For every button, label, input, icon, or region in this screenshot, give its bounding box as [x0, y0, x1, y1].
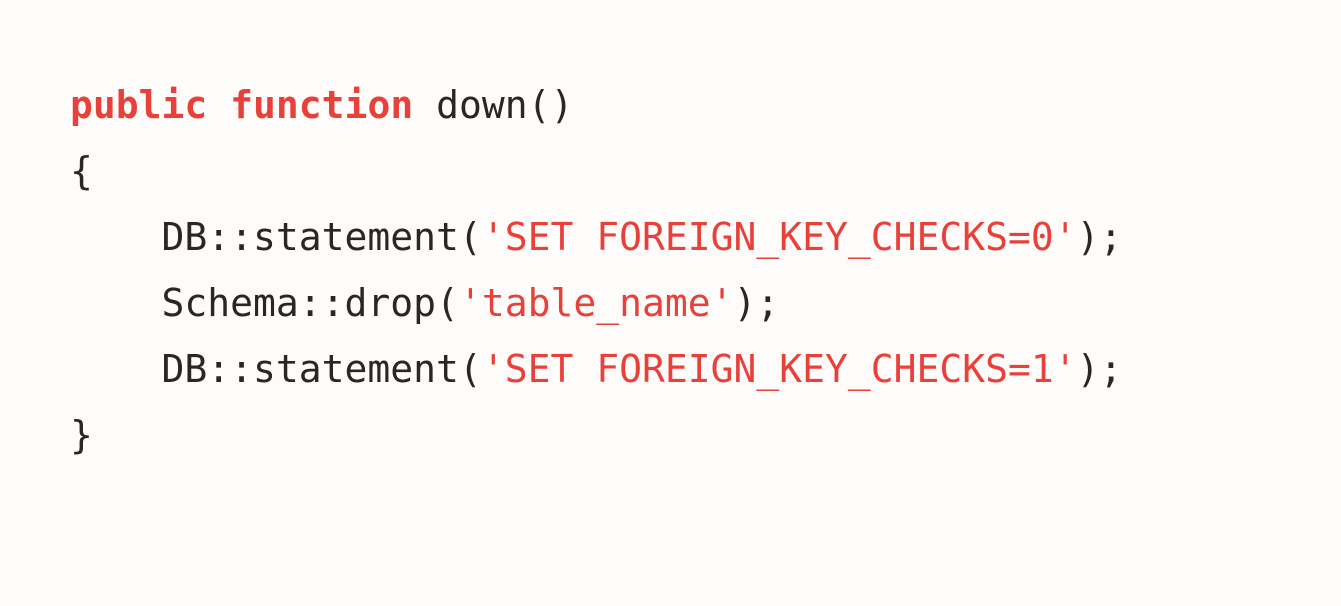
- statement-terminator: );: [1076, 347, 1123, 391]
- statement-terminator: );: [1076, 215, 1123, 259]
- code-line-function-signature: public function down(): [70, 72, 1122, 138]
- close-brace: }: [70, 413, 93, 457]
- code-line-enable-fk-checks: DB::statement('SET FOREIGN_KEY_CHECKS=1'…: [70, 336, 1123, 402]
- code-line-disable-fk-checks: DB::statement('SET FOREIGN_KEY_CHECKS=0'…: [70, 204, 1123, 270]
- statement-terminator: );: [733, 281, 780, 325]
- code-line-open-brace: {: [70, 138, 1122, 204]
- schema-drop-call: Schema::drop(: [161, 281, 459, 325]
- code-line-schema-drop: Schema::drop('table_name');: [70, 270, 1122, 336]
- string-literal-disable: 'SET FOREIGN_KEY_CHECKS=0': [481, 215, 1077, 259]
- keyword-function: function: [230, 83, 414, 127]
- string-literal-enable: 'SET FOREIGN_KEY_CHECKS=1': [481, 347, 1077, 391]
- db-statement-call: DB::statement(: [161, 347, 482, 391]
- string-literal-table-name: 'table_name': [458, 281, 734, 325]
- db-statement-call: DB::statement(: [161, 215, 482, 259]
- open-brace: {: [70, 149, 93, 193]
- code-line-close-brace: }: [70, 402, 1122, 468]
- function-name: down(): [413, 83, 574, 127]
- keyword-public: public: [70, 83, 208, 127]
- code-snippet: public function down(){ DB::statement('S…: [70, 72, 1122, 468]
